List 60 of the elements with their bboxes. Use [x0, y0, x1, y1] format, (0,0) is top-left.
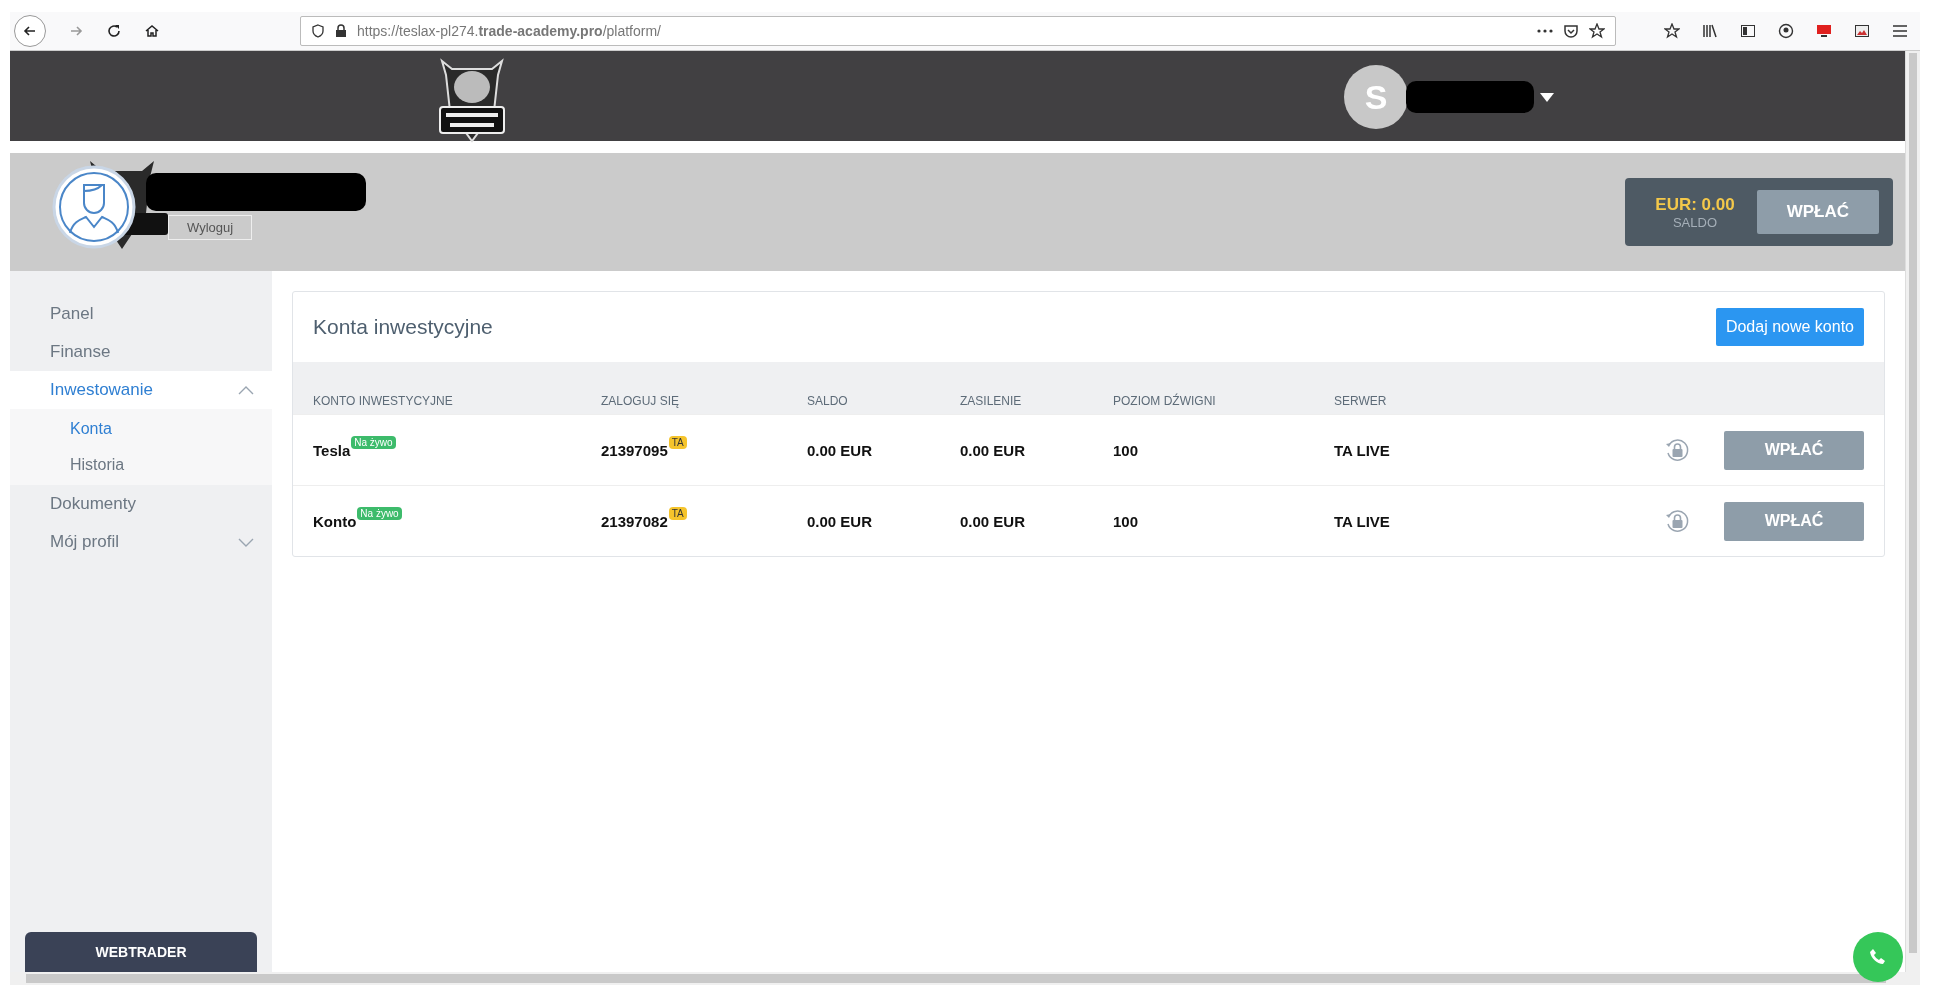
column-header: ZALOGUJ SIĘ — [601, 394, 681, 408]
vertical-scrollbar[interactable] — [1905, 51, 1920, 972]
dropdown-caret-icon[interactable] — [1540, 92, 1554, 102]
library-icon[interactable] — [1702, 23, 1718, 39]
server-badge: TA — [668, 435, 687, 449]
sidebar-item[interactable]: Finanse — [10, 333, 272, 371]
login-number[interactable]: 21397082 — [601, 512, 668, 530]
column-header: ZASILENIE — [960, 394, 1023, 408]
webtrader-button[interactable]: WEBTRADER — [25, 932, 257, 972]
deposit-button[interactable]: WPŁAĆ — [1756, 190, 1879, 234]
add-account-button[interactable]: Dodaj nowe konto — [1715, 308, 1864, 346]
account-icon[interactable] — [1778, 23, 1794, 39]
column-header: SALDO — [807, 394, 849, 408]
balance-label: SALDO — [1672, 214, 1717, 230]
live-badge: Na żywo — [357, 506, 402, 520]
star-icon[interactable] — [1589, 23, 1605, 39]
url-text: https://teslax-pl274.trade-academy.pro/platform/ — [357, 23, 661, 39]
back-button[interactable] — [14, 15, 46, 47]
home-icon[interactable] — [144, 23, 160, 39]
table-cell-text: 100 — [1113, 441, 1140, 459]
horizontal-scrollbar[interactable] — [10, 972, 1920, 985]
deposit-button[interactable]: WPŁAĆ — [1724, 430, 1864, 470]
table-cell-text: 0.00 EUR — [807, 512, 874, 530]
account-name: Konto — [313, 512, 357, 530]
extension-icon[interactable] — [1854, 23, 1870, 39]
sidebar-subitem[interactable]: Historia — [10, 447, 272, 483]
menu-icon[interactable] — [1892, 24, 1908, 38]
login-number[interactable]: 21397095 — [601, 441, 668, 459]
deposit-button[interactable]: WPŁAĆ — [1724, 501, 1864, 541]
sidebar-item[interactable]: Mój profil — [10, 523, 272, 561]
table-cell-text: 0.00 EUR — [960, 512, 1027, 530]
lock-icon — [335, 24, 347, 38]
column-header: KONTO INWESTYCYJNE — [313, 394, 454, 408]
table-cell-text: 0.00 EUR — [807, 441, 874, 459]
more-icon[interactable] — [1537, 29, 1553, 33]
bookmarks-icon[interactable] — [1664, 23, 1680, 39]
sidebar-item[interactable]: Panel — [10, 295, 272, 333]
reload-icon[interactable] — [106, 23, 122, 39]
sidebar-subitem[interactable]: Konta — [10, 411, 272, 447]
address-bar[interactable]: https://teslax-pl274.trade-academy.pro/platform/ — [300, 16, 1616, 46]
server-badge: TA — [668, 506, 687, 520]
sidebar-icon[interactable] — [1740, 23, 1756, 39]
sidebar-item[interactable]: Inwestowanie — [10, 371, 272, 409]
table-cell-text: TA LIVE — [1334, 441, 1391, 459]
logout-button[interactable]: Wyloguj — [168, 215, 253, 240]
sidebar-item[interactable]: Dokumenty — [10, 485, 272, 523]
column-header: SERWER — [1334, 394, 1388, 408]
live-badge: Na żywo — [351, 435, 396, 449]
pocket-icon[interactable] — [1563, 23, 1579, 39]
table-cell-text: 100 — [1113, 512, 1140, 530]
phone-icon — [1868, 947, 1888, 967]
balance-amount: EUR: 0.00 — [1655, 194, 1735, 215]
card-title: Konta inwestycyjne — [313, 315, 493, 339]
user-avatar-icon — [52, 165, 136, 249]
screen-icon[interactable] — [1816, 23, 1832, 39]
shield-icon[interactable] — [311, 24, 325, 38]
column-header: POZIOM DŹWIGNI — [1113, 394, 1217, 408]
account-name: Tesla — [313, 441, 351, 459]
table-cell-text: TA LIVE — [1334, 512, 1391, 530]
table-cell-text: 0.00 EUR — [960, 441, 1027, 459]
